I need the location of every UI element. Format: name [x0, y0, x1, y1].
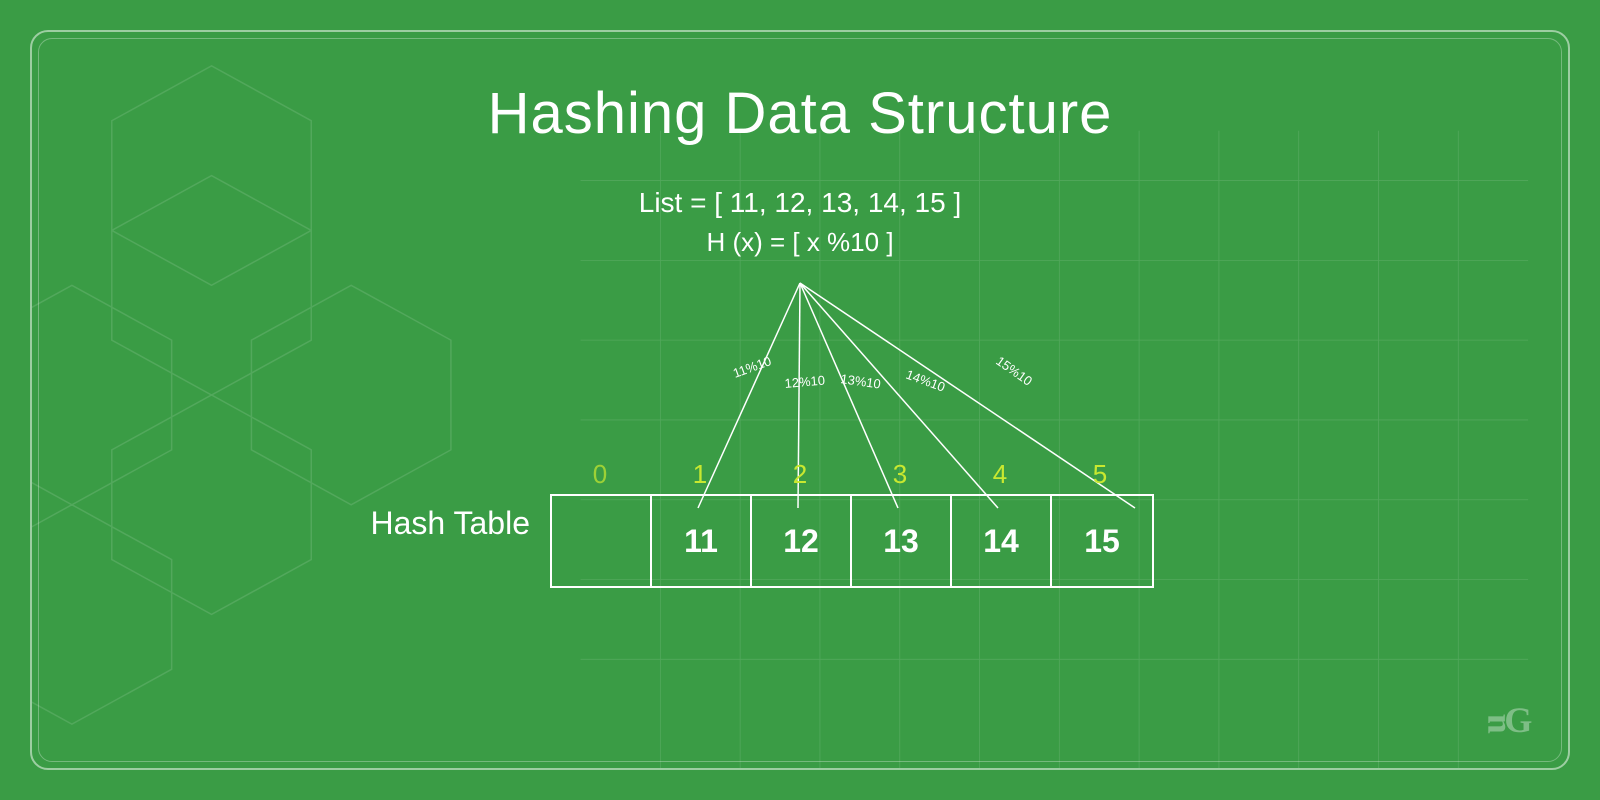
list-formula: List = [ 11, 12, 13, 14, 15 ]	[639, 187, 961, 219]
cell-4: 14	[952, 496, 1052, 586]
gfg-logo: ᴝG	[1485, 700, 1540, 750]
index-row: 0 1 2 3 4 5	[550, 459, 1150, 490]
cells-row: 11 12 13 14 15	[550, 494, 1154, 588]
diagram-area: 11%10 12%10 13%10 14%10 15%10 Hash Table…	[350, 268, 1250, 588]
cell-1: 11	[652, 496, 752, 586]
main-container: Hashing Data Structure List = [ 11, 12, …	[30, 30, 1570, 770]
hash-table-section: Hash Table 0 1 2 3 4 5 11 12 13 14 15	[350, 459, 1250, 588]
table-container: 0 1 2 3 4 5 11 12 13 14 15	[550, 459, 1154, 588]
svg-text:12%10: 12%10	[784, 373, 826, 391]
cell-5: 15	[1052, 496, 1152, 586]
page-title: Hashing Data Structure	[488, 80, 1113, 147]
svg-text:15%10: 15%10	[993, 353, 1035, 389]
index-1: 1	[650, 459, 750, 490]
cell-3: 13	[852, 496, 952, 586]
svg-text:11%10: 11%10	[731, 353, 773, 381]
svg-text:14%10: 14%10	[904, 367, 947, 395]
svg-text:13%10: 13%10	[840, 371, 882, 391]
index-0: 0	[550, 459, 650, 490]
cell-2: 12	[752, 496, 852, 586]
index-2: 2	[750, 459, 850, 490]
index-4: 4	[950, 459, 1050, 490]
hash-table-label: Hash Table	[350, 505, 550, 542]
index-5: 5	[1050, 459, 1150, 490]
svg-text:ᴝG: ᴝG	[1487, 700, 1532, 740]
index-3: 3	[850, 459, 950, 490]
cell-0	[552, 496, 652, 586]
hash-formula: H (x) = [ x %10 ]	[706, 227, 893, 258]
